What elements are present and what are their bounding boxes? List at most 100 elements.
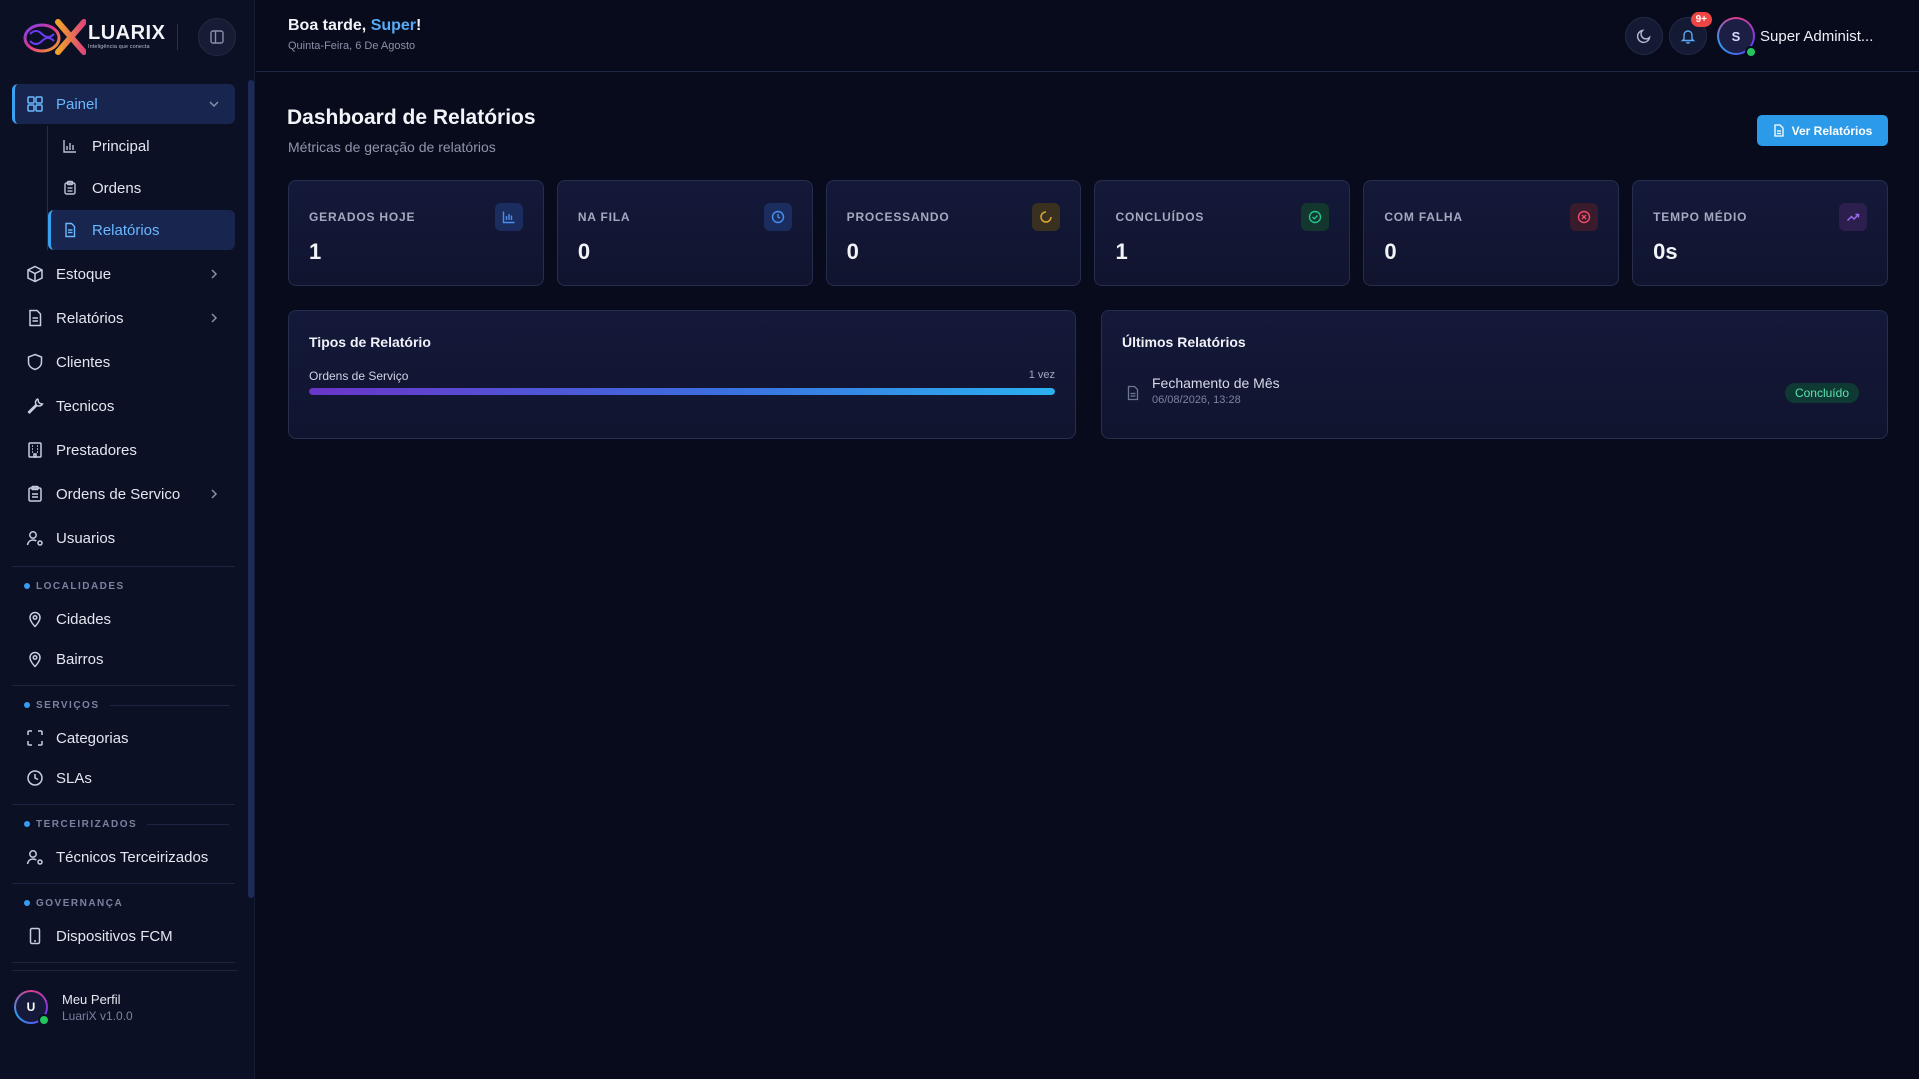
stat-label: COM FALHA — [1384, 210, 1463, 224]
nav-item-label: Painel — [56, 95, 98, 113]
nav-item-cidades[interactable]: Cidades — [12, 599, 235, 639]
stat-card-processando: PROCESSANDO 0 — [825, 180, 1082, 286]
button-label: Ver Relatórios — [1791, 123, 1873, 138]
nav-item-prestadores[interactable]: Prestadores — [12, 430, 235, 470]
section-header-servicos: SERVIÇOS — [12, 694, 235, 716]
divider — [177, 24, 178, 50]
panel-title: Últimos Relatórios — [1122, 334, 1246, 350]
nav-item-label: Relatórios — [56, 309, 124, 327]
section-title: SERVIÇOS — [36, 699, 100, 711]
divider — [12, 566, 235, 567]
sidebar-scrollbar[interactable] — [248, 80, 254, 898]
status-badge: Concluído — [1784, 383, 1859, 403]
grid-icon — [27, 96, 43, 112]
online-indicator — [38, 1014, 50, 1026]
nav-item-usuarios[interactable]: Usuarios — [12, 518, 235, 558]
sidebar: LUARIX Inteligência que conecta Painel P… — [0, 0, 255, 1079]
section-line — [109, 704, 229, 706]
stat-label: PROCESSANDO — [846, 210, 950, 224]
ver-relatorios-button[interactable]: Ver Relatórios — [1757, 115, 1888, 146]
painel-submenu: Principal Ordens Relatórios — [34, 126, 235, 250]
nav-item-label: Prestadores — [56, 441, 137, 459]
section-dot — [24, 821, 30, 827]
sidebar-nav: Painel Principal Ordens Relatórios Estoq… — [12, 84, 235, 963]
divider — [12, 962, 235, 963]
nav-item-relatorios[interactable]: Relatórios — [12, 298, 235, 338]
theme-toggle-button[interactable] — [1625, 17, 1663, 55]
report-name: Fechamento de Mês — [1152, 375, 1280, 391]
shield-icon — [27, 353, 43, 371]
stat-label: GERADOS HOJE — [309, 210, 416, 224]
page-title: Dashboard de Relatórios — [287, 106, 536, 129]
brand-logo[interactable]: LUARIX Inteligência que conecta — [22, 18, 165, 56]
clipboard-icon — [64, 180, 76, 195]
collapse-sidebar-button[interactable] — [198, 18, 236, 56]
stat-card-na-fila: NA FILA 0 — [556, 180, 813, 286]
app-version: LuariX v1.0.0 — [62, 1008, 133, 1023]
building-icon — [28, 442, 42, 458]
user-avatar-button[interactable]: S — [1717, 17, 1757, 58]
online-indicator — [1745, 46, 1757, 58]
tipos-de-relatorio-panel: Tipos de Relatório Ordens de Serviço 1 v… — [288, 310, 1076, 439]
section-title: LOCALIDADES — [36, 580, 125, 592]
nav-item-ordens-de-servico[interactable]: Ordens de Servico — [12, 474, 235, 514]
nav-item-slas[interactable]: SLAs — [12, 758, 235, 798]
bar-chart-icon — [63, 140, 76, 153]
spinner-icon — [1032, 203, 1061, 231]
nav-item-dispositivos-fcm[interactable]: Dispositivos FCM — [12, 916, 235, 956]
notification-count-badge: 9+ — [1690, 12, 1712, 27]
greeting-name: Super — [370, 17, 417, 34]
nav-item-estoque[interactable]: Estoque — [12, 254, 235, 294]
brand-name: LUARIX — [88, 22, 166, 44]
greeting-suffix: ! — [416, 17, 422, 34]
stat-value: 0 — [846, 239, 859, 264]
nav-item-tecnicos[interactable]: Tecnicos — [12, 386, 235, 426]
nav-item-label: Usuarios — [56, 529, 116, 547]
sub-item-label: Ordens — [92, 179, 142, 197]
trending-up-icon — [1838, 203, 1867, 231]
nav-item-label: Tecnicos — [56, 397, 115, 415]
nav-item-tecnicos-terceirizados[interactable]: Técnicos Terceirizados — [12, 837, 235, 877]
section-dot — [24, 702, 30, 708]
nav-item-label: SLAs — [56, 769, 92, 787]
chevron-down-icon — [209, 101, 219, 108]
profile-link[interactable]: U Meu Perfil LuariX v1.0.0 — [14, 985, 239, 1029]
sub-item-ordens[interactable]: Ordens — [48, 168, 235, 208]
nav-item-painel[interactable]: Painel — [12, 84, 235, 124]
nav-item-label: Ordens de Servico — [56, 485, 181, 503]
nav-item-bairros[interactable]: Bairros — [12, 639, 235, 679]
bar-count: 1 vez — [1028, 369, 1055, 381]
stat-label: NA FILA — [577, 210, 631, 224]
file-icon — [1773, 124, 1784, 137]
wrench-icon — [27, 398, 44, 415]
top-header: Boa tarde, Super! Quinta-Feira, 6 De Ago… — [256, 0, 1919, 72]
panel-title: Tipos de Relatório — [309, 334, 431, 350]
section-header-terceirizados: TERCEIRIZADOS — [12, 813, 235, 835]
bar-chart-icon — [494, 203, 523, 231]
greeting: Boa tarde, Super! — [288, 17, 421, 35]
stat-card-tempo-medio: TEMPO MÉDIO 0s — [1632, 180, 1888, 286]
stat-value: 0s — [1653, 239, 1678, 264]
nav-item-label: Dispositivos FCM — [56, 927, 173, 945]
clipboard-icon — [28, 485, 42, 502]
sub-item-relatorios[interactable]: Relatórios — [48, 210, 235, 250]
x-circle-icon — [1570, 203, 1599, 231]
sub-item-principal[interactable]: Principal — [48, 126, 235, 166]
file-icon — [29, 309, 42, 327]
section-line — [147, 823, 229, 825]
nav-item-label: Técnicos Terceirizados — [56, 848, 209, 866]
stat-label: TEMPO MÉDIO — [1653, 210, 1748, 224]
list-item[interactable]: Fechamento de Mês 06/08/2026, 13:28 Conc… — [1126, 375, 1863, 411]
stat-value: 1 — [1115, 239, 1128, 264]
divider — [12, 970, 237, 971]
package-icon — [27, 265, 43, 283]
file-icon — [1127, 385, 1139, 401]
nav-item-categorias[interactable]: Categorias — [12, 718, 235, 758]
moon-icon — [1636, 29, 1651, 44]
nav-item-clientes[interactable]: Clientes — [12, 342, 235, 382]
user-menu-name[interactable]: Super Administ... — [1760, 28, 1873, 45]
notifications-button[interactable]: 9+ — [1669, 12, 1712, 55]
current-date: Quinta-Feira, 6 De Agosto — [288, 40, 416, 52]
divider — [12, 685, 235, 686]
stats-row: GERADOS HOJE 1 NA FILA 0 PROCESSANDO 0 C… — [288, 180, 1888, 286]
